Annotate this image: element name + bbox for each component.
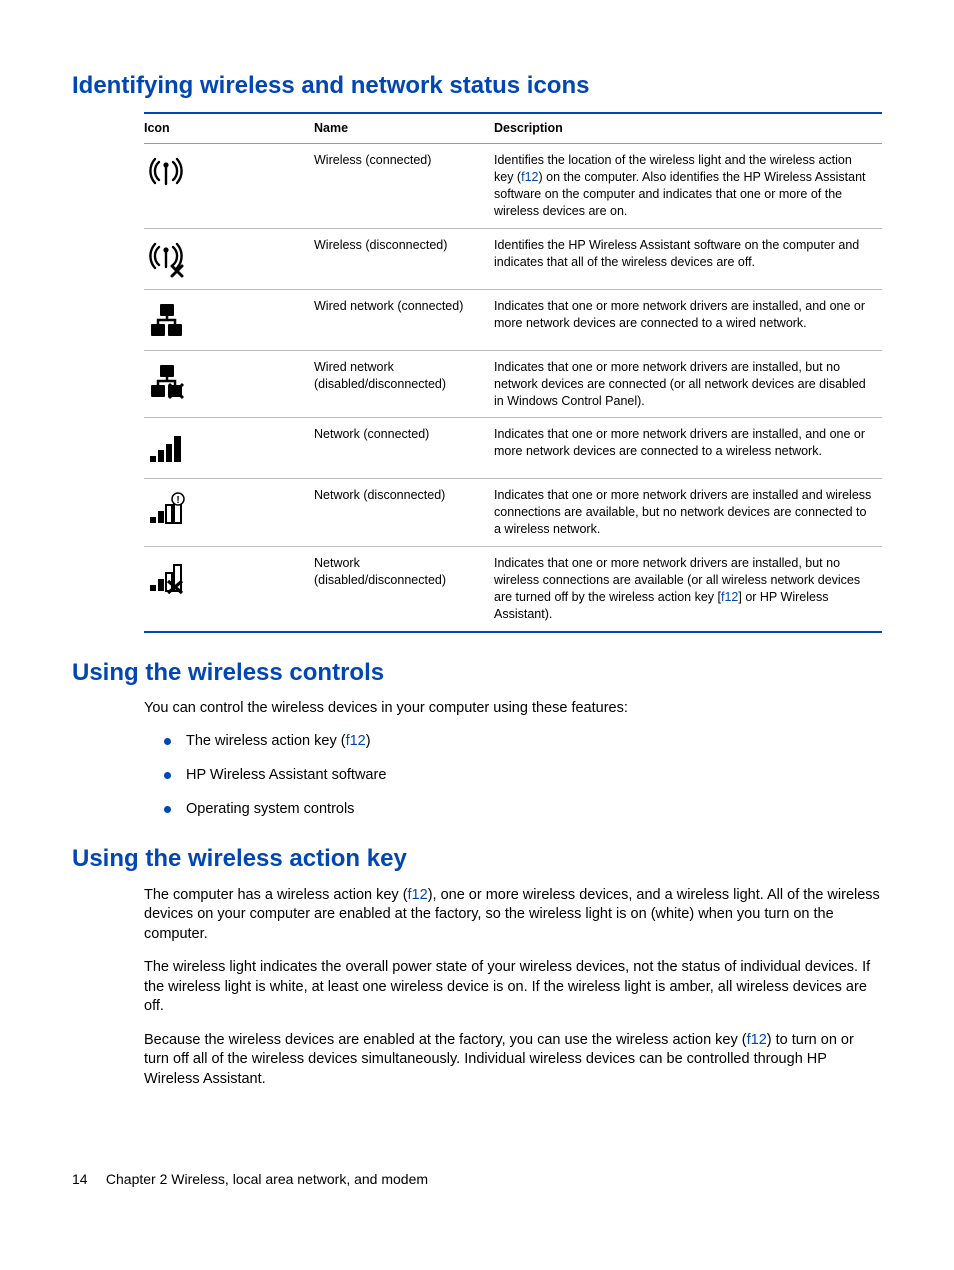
intro-paragraph: You can control the wireless devices in … <box>144 699 882 719</box>
col-name: Name <box>314 113 494 143</box>
table-header-row: Icon Name Description <box>144 113 882 143</box>
icon-status-table: Icon Name Description Wireless (connecte… <box>144 112 882 632</box>
row-desc: Indicates that one or more network drive… <box>494 547 882 632</box>
row-desc: Indicates that one or more network drive… <box>494 479 882 547</box>
table-row: Wireless (connected) Identifies the loca… <box>144 144 882 229</box>
row-name: Wired network (disabled/disconnected) <box>314 350 494 418</box>
row-desc: Identifies the location of the wireless … <box>494 144 882 229</box>
page-footer: 14 Chapter 2 Wireless, local area networ… <box>72 1170 882 1189</box>
table-row: Network (connected) Indicates that one o… <box>144 418 882 479</box>
body-paragraph: Because the wireless devices are enabled… <box>144 1031 882 1090</box>
col-icon: Icon <box>144 113 314 143</box>
network-disconnected-icon: ! <box>144 487 188 531</box>
row-name: Wireless (disconnected) <box>314 228 494 289</box>
row-desc: Indicates that one or more network drive… <box>494 289 882 350</box>
table-row: Wired network (connected) Indicates that… <box>144 289 882 350</box>
body-paragraph: The computer has a wireless action key (… <box>144 886 882 945</box>
row-name: Wired network (connected) <box>314 289 494 350</box>
heading-wireless-action-key: Using the wireless action key <box>72 843 882 875</box>
row-name: Wireless (connected) <box>314 144 494 229</box>
f12-key: f12 <box>747 1032 767 1048</box>
row-name: Network (disabled/disconnected) <box>314 547 494 632</box>
heading-identify-icons: Identifying wireless and network status … <box>72 70 882 102</box>
wireless-connected-icon <box>144 152 188 196</box>
row-desc: Identifies the HP Wireless Assistant sof… <box>494 228 882 289</box>
network-connected-icon <box>144 426 188 470</box>
icon-status-table-wrap: Icon Name Description Wireless (connecte… <box>144 112 882 632</box>
f12-key: f12 <box>721 590 738 604</box>
table-row: Wired network (disabled/disconnected) In… <box>144 350 882 418</box>
f12-key: f12 <box>346 733 366 749</box>
heading-wireless-controls: Using the wireless controls <box>72 657 882 689</box>
wireless-disconnected-icon <box>144 237 188 281</box>
page-number: 14 <box>72 1170 102 1189</box>
list-item: Operating system controls <box>164 800 882 820</box>
row-name: Network (connected) <box>314 418 494 479</box>
f12-key: f12 <box>521 170 538 184</box>
list-item: HP Wireless Assistant software <box>164 766 882 786</box>
table-row: Network (disabled/disconnected) Indicate… <box>144 547 882 632</box>
body-paragraph: The wireless light indicates the overall… <box>144 958 882 1017</box>
chapter-title: Chapter 2 Wireless, local area network, … <box>106 1171 428 1187</box>
network-disabled-icon <box>144 555 188 599</box>
row-desc: Indicates that one or more network drive… <box>494 418 882 479</box>
wired-connected-icon <box>144 298 188 342</box>
f12-key: f12 <box>408 887 428 903</box>
table-row: Wireless (disconnected) Identifies the H… <box>144 228 882 289</box>
svg-text:!: ! <box>176 495 179 506</box>
list-item: The wireless action key (f12) <box>164 732 882 752</box>
table-row: ! Network (disconnected) Indicates that … <box>144 479 882 547</box>
row-desc: Indicates that one or more network drive… <box>494 350 882 418</box>
wired-disabled-icon <box>144 359 188 403</box>
col-desc: Description <box>494 113 882 143</box>
row-name: Network (disconnected) <box>314 479 494 547</box>
controls-list: The wireless action key (f12) HP Wireles… <box>164 732 882 819</box>
